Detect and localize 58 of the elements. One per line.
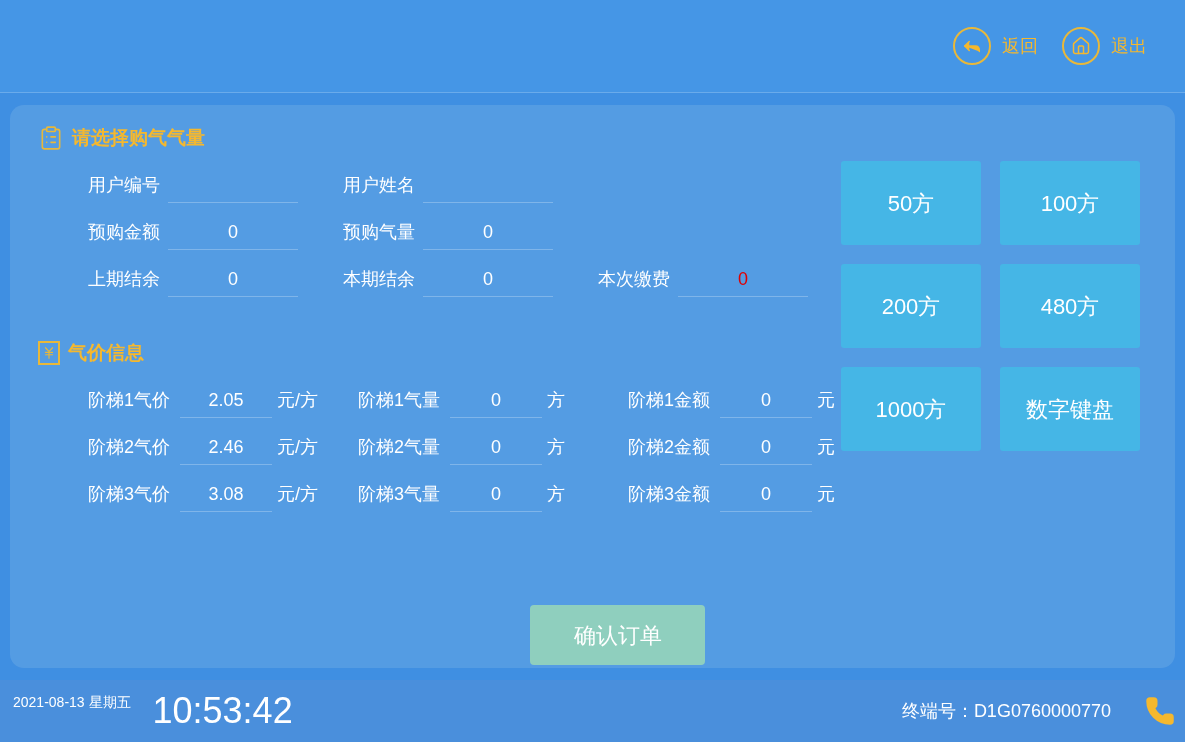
field-label: 阶梯1气价: [88, 389, 171, 412]
field-label: 预购金额: [88, 221, 161, 244]
field-label: 用户编号: [88, 174, 161, 197]
field-label: 预购气量: [343, 221, 416, 244]
exit-button[interactable]: 退出: [1062, 27, 1147, 65]
input-field[interactable]: 0: [168, 262, 298, 297]
yen-icon: [38, 341, 60, 365]
unit-label: 元/方: [277, 483, 319, 506]
amount-button[interactable]: 50方: [841, 161, 981, 245]
field-label: 阶梯1金额: [628, 389, 711, 412]
input-field[interactable]: 2.46: [180, 430, 272, 465]
field-label: 本期结余: [343, 268, 416, 291]
home-icon: [1062, 27, 1100, 65]
back-icon: [953, 27, 991, 65]
input-field[interactable]: 0: [450, 430, 542, 465]
input-field[interactable]: 3.08: [180, 477, 272, 512]
back-button[interactable]: 返回: [953, 27, 1038, 65]
input-field[interactable]: 0: [678, 262, 808, 297]
input-field[interactable]: 0: [720, 477, 812, 512]
field-label: 阶梯3气价: [88, 483, 171, 506]
unit-label: 方: [547, 436, 566, 459]
unit-label: 方: [547, 483, 566, 506]
field-label: 上期结余: [88, 268, 161, 291]
field-label: 本次缴费: [598, 268, 671, 291]
input-field[interactable]: 0: [720, 430, 812, 465]
section-title: 请选择购气气量: [72, 125, 205, 150]
field-label: 阶梯2气价: [88, 436, 171, 459]
field-label: 阶梯2金额: [628, 436, 711, 459]
input-field[interactable]: 0: [168, 215, 298, 250]
input-field[interactable]: 0: [720, 383, 812, 418]
field-label: 用户姓名: [343, 174, 416, 197]
input-field[interactable]: 2.05: [180, 383, 272, 418]
confirm-button[interactable]: 确认订单: [530, 605, 705, 665]
date-text: 2021-08-13 星期五: [13, 693, 131, 712]
input-field[interactable]: 0: [450, 477, 542, 512]
input-field[interactable]: 0: [423, 215, 553, 250]
unit-label: 元: [817, 389, 835, 412]
amount-button[interactable]: 200方: [841, 264, 981, 348]
amount-button[interactable]: 数字键盘: [1000, 367, 1140, 451]
amount-button[interactable]: 480方: [1000, 264, 1140, 348]
field-label: 阶梯3金额: [628, 483, 711, 506]
field-label: 阶梯1气量: [358, 389, 441, 412]
input-field[interactable]: 0: [423, 262, 553, 297]
phone-icon[interactable]: [1145, 696, 1175, 726]
unit-label: 元: [817, 483, 835, 506]
unit-label: 方: [547, 389, 566, 412]
amount-button[interactable]: 1000方: [841, 367, 981, 451]
terminal-label: 终端号：: [901, 699, 974, 723]
field-label: 阶梯3气量: [358, 483, 441, 506]
amount-button[interactable]: 100方: [1000, 161, 1140, 245]
section-title: 气价信息: [68, 340, 144, 365]
unit-label: 元: [817, 436, 835, 459]
input-field[interactable]: 0: [450, 383, 542, 418]
unit-label: 元/方: [277, 436, 319, 459]
clock-time: 10:53:42: [152, 689, 293, 733]
field-label: 阶梯2气量: [358, 436, 441, 459]
terminal-id: D1G0760000770: [973, 699, 1111, 723]
unit-label: 元/方: [277, 389, 319, 412]
